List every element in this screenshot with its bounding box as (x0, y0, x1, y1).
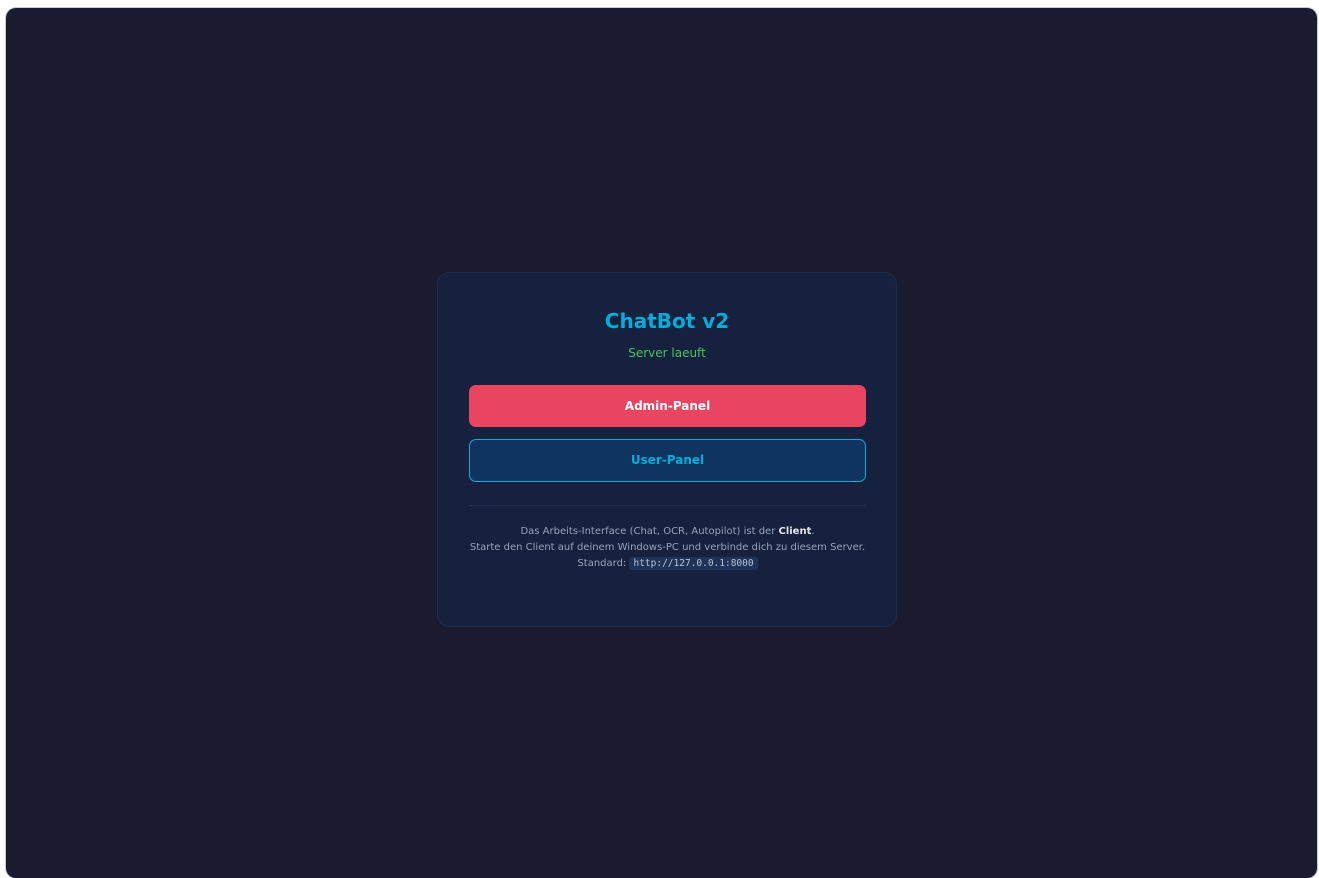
server-status: Server laeuft (628, 346, 706, 360)
info-line-default: Standard: http://127.0.0.1:8000 (469, 556, 866, 572)
app-title: ChatBot v2 (604, 309, 730, 333)
divider (469, 505, 866, 506)
welcome-card: ChatBot v2 Server laeuft Admin-Panel Use… (437, 272, 897, 627)
user-panel-button[interactable]: User-Panel (469, 439, 866, 482)
client-emphasis: Client (778, 526, 812, 537)
admin-panel-button[interactable]: Admin-Panel (469, 385, 866, 427)
default-url-code: http://127.0.0.1:8000 (629, 557, 758, 570)
info-line-client: Das Arbeits-Interface (Chat, OCR, Autopi… (520, 526, 815, 537)
app-window: ChatBot v2 Server laeuft Admin-Panel Use… (6, 8, 1317, 878)
info-line-instructions: Starte den Client auf deinem Windows-PC … (469, 542, 866, 553)
info-text: Das Arbeits-Interface (Chat, OCR, Autopi… (469, 524, 866, 572)
